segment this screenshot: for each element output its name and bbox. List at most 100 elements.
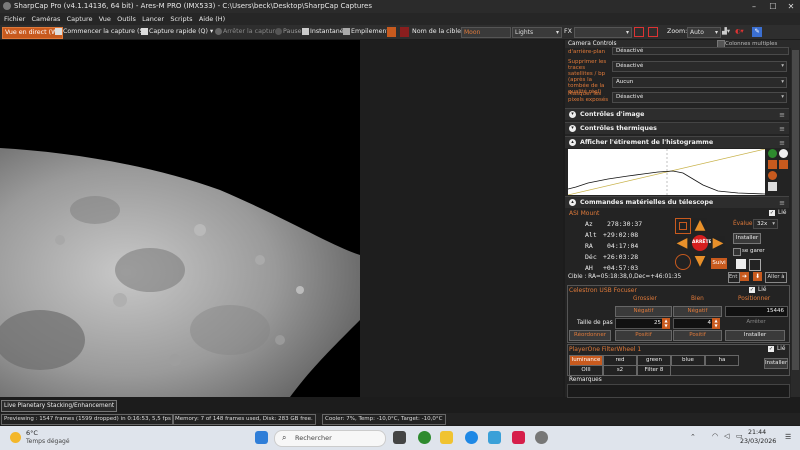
focuser-stop-button[interactable]: Arrêter — [725, 318, 787, 327]
park-checkbox[interactable] — [733, 248, 741, 256]
rate-select[interactable]: 32x ▾ — [753, 219, 778, 229]
menu-scripts[interactable]: Scripts — [170, 15, 192, 23]
star-icon[interactable] — [736, 259, 746, 269]
mount-connected-checkbox[interactable]: ✓ — [769, 210, 775, 216]
record-icon[interactable] — [387, 27, 396, 37]
app-icon[interactable] — [418, 431, 431, 444]
mount-setup-button[interactable]: Installer — [733, 233, 761, 244]
fine-positive-button[interactable]: Positif — [673, 330, 722, 341]
telescope-header[interactable]: ▴ Commandes matérielles du télescope ≡ — [565, 196, 789, 208]
spinner-icon[interactable]: ▲ ▼ — [712, 318, 720, 329]
notes-textarea[interactable] — [567, 384, 790, 398]
grid-icon[interactable] — [648, 27, 658, 37]
input-field[interactable]: Ent — [728, 272, 740, 283]
target-name-input[interactable]: Moon — [461, 27, 511, 38]
spinner-icon[interactable]: ▲ ▼ — [662, 318, 670, 329]
fx-select[interactable]: ▾ — [574, 27, 632, 38]
weather-icon[interactable] — [10, 432, 21, 443]
chevron-up-icon[interactable]: ⌃ — [690, 433, 696, 441]
focuser-connected-checkbox[interactable]: ✓ — [749, 287, 755, 293]
app-icon[interactable] — [512, 431, 525, 444]
menu-outils[interactable]: Outils — [117, 15, 136, 23]
color-icon[interactable]: ◐▾ — [735, 27, 744, 37]
crosshair-icon[interactable] — [749, 259, 761, 271]
image-viewport[interactable] — [0, 40, 360, 397]
filterwheel-connected-checkbox[interactable]: ✓ — [768, 346, 774, 352]
filterwheel-setup-button[interactable]: Installer — [764, 358, 788, 369]
lightning-icon[interactable] — [768, 160, 777, 169]
file-explorer-icon[interactable] — [440, 431, 453, 444]
edge-icon[interactable] — [465, 431, 478, 444]
display-icon[interactable]: ▟▾ — [722, 27, 730, 37]
coarse-step-input[interactable]: 25 — [615, 318, 665, 329]
west-arrow-button[interactable]: ◀ — [675, 236, 689, 250]
fine-step-input[interactable]: 4 — [673, 318, 715, 329]
image-controls-header[interactable]: ▾ Contrôles d'image ≡ — [565, 108, 789, 120]
goto-button[interactable]: Aller à — [765, 272, 787, 283]
close-button[interactable]: ✕ — [782, 0, 800, 13]
sharpcap-icon[interactable] — [535, 431, 548, 444]
menu-icon[interactable]: ≡ — [779, 125, 785, 133]
minimize-button[interactable]: – — [745, 0, 763, 13]
coarse-negative-button[interactable]: Négatif — [615, 306, 672, 317]
scrollbar-thumb[interactable] — [792, 50, 799, 370]
tracking-button[interactable]: Suivi — [711, 258, 727, 269]
snapshot-button[interactable]: Instantané — [302, 27, 344, 37]
start-icon[interactable] — [255, 431, 268, 444]
histogram-header[interactable]: ▴ Afficher l'étirement de l'histogramme ≡ — [565, 136, 789, 148]
pause-button[interactable]: Pause — [275, 27, 302, 37]
menu-icon[interactable]: ≡ — [779, 199, 785, 207]
menu-icon[interactable]: ≡ — [779, 139, 785, 147]
coarse-positive-button[interactable]: Positif — [615, 330, 672, 341]
reorder-button[interactable]: Réordonner — [569, 330, 611, 341]
clock-time[interactable]: 21:44 — [748, 429, 766, 436]
lock-icon[interactable] — [779, 160, 788, 169]
stacking-tab[interactable]: Live Planetary Stacking/Enhancement — [1, 400, 118, 412]
thermal-controls-header[interactable]: ▾ Contrôles thermiques ≡ — [565, 122, 789, 134]
zoom-select[interactable]: Auto ▾ — [687, 27, 721, 38]
focuser-setup-button[interactable]: Installer — [725, 330, 785, 341]
start-capture-button[interactable]: Commencer la capture (S) — [55, 27, 146, 37]
panel-scrollbar[interactable] — [791, 40, 800, 397]
stop-mount-button[interactable]: ARRÊTER — [692, 235, 715, 251]
background-select[interactable]: Désactivé — [612, 47, 789, 55]
menu-capture[interactable]: Capture — [67, 15, 93, 23]
filter-blue[interactable]: blue — [671, 355, 705, 366]
satellite-trails-select[interactable]: Désactivé ▾ — [612, 61, 787, 72]
wifi-icon[interactable]: ◠ — [712, 432, 718, 440]
reset-icon[interactable] — [768, 171, 777, 180]
taskbar-search[interactable]: ⌕ Rechercher — [274, 430, 386, 447]
menu-aide[interactable]: Aide (H) — [199, 15, 225, 23]
stack-button[interactable]: Empilement — [343, 27, 389, 37]
volume-icon[interactable]: ◁ — [724, 432, 729, 440]
filter-ha[interactable]: ha — [705, 355, 739, 366]
east-arrow-button[interactable]: ▶ — [711, 236, 725, 250]
menu-cameras[interactable]: Caméras — [31, 15, 60, 23]
clock-date[interactable]: 23/03/2026 — [740, 438, 776, 445]
frame-type-select[interactable]: Lights ▾ — [512, 27, 562, 38]
center-target-button[interactable] — [675, 254, 691, 270]
south-arrow-button[interactable]: ▼ — [693, 254, 707, 268]
maximize-button[interactable]: ☐ — [764, 0, 782, 13]
reticle-icon[interactable] — [634, 27, 644, 37]
stop-capture-button[interactable]: Arrêter la capture — [215, 27, 279, 37]
right-arrow-icon[interactable]: ➔ — [740, 272, 749, 281]
notification-icon[interactable]: ☰ — [785, 433, 791, 441]
store-icon[interactable] — [488, 431, 501, 444]
filter-oiii[interactable]: OIII — [569, 365, 603, 376]
spiral-search-button[interactable] — [675, 218, 691, 234]
filter-8[interactable]: Filter 8 — [637, 365, 671, 376]
menu-lancer[interactable]: Lancer — [142, 15, 164, 23]
task-view-icon[interactable] — [393, 431, 406, 444]
pin-icon[interactable]: ✎ — [752, 27, 762, 37]
auto-stretch-icon[interactable] — [768, 149, 777, 158]
menu-fichier[interactable]: Fichier — [4, 15, 25, 23]
menu-vue[interactable]: Vue — [99, 15, 111, 23]
live-view-button[interactable]: Vue en direct (W) — [2, 27, 63, 39]
down-arrow-icon[interactable]: ⬇ — [753, 272, 762, 281]
filter-s2[interactable]: s2 — [603, 365, 637, 376]
quality-select[interactable]: Aucun ▾ — [612, 77, 787, 88]
fine-negative-button[interactable]: Négatif — [673, 306, 722, 317]
save-icon[interactable] — [768, 182, 777, 191]
north-arrow-button[interactable]: ▲ — [693, 218, 707, 232]
